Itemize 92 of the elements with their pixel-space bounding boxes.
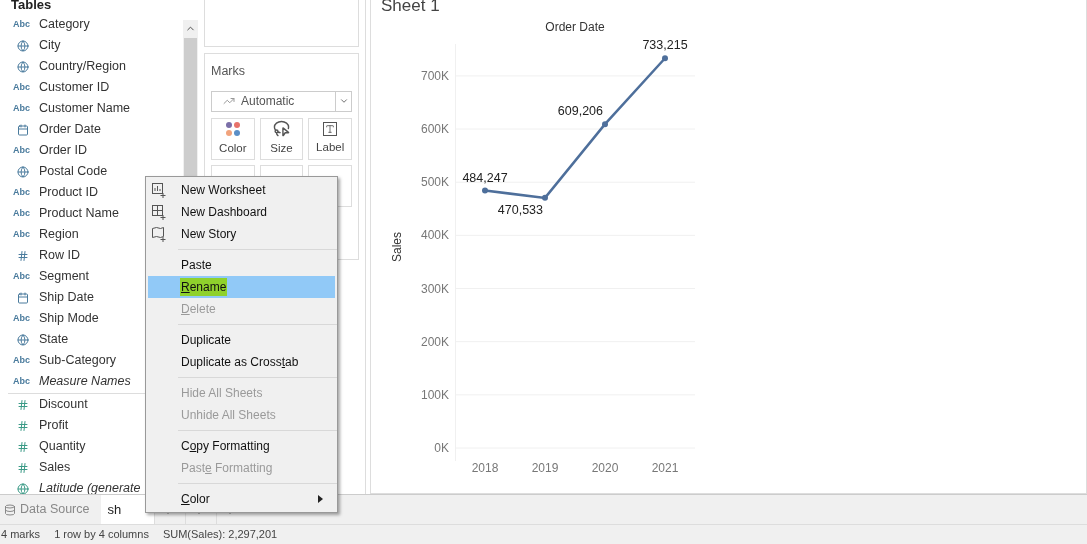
y-axis-title: Sales (390, 232, 404, 262)
text-type-icon: Abc (13, 269, 39, 284)
menu-item[interactable]: Duplicate as Crosstab (148, 351, 335, 373)
text-box-icon (323, 121, 338, 136)
y-tick-label: 400K (420, 228, 449, 243)
calendar-icon (17, 123, 29, 136)
text-type-icon: Abc (13, 17, 39, 32)
field-item[interactable]: Country/Region (39, 57, 126, 76)
menu-item[interactable]: New Story (148, 223, 335, 245)
field-item[interactable]: Sub-Category (39, 351, 117, 370)
data-label: 470,533 (497, 202, 543, 217)
globe-icon (17, 333, 29, 346)
new-story-icon (151, 226, 167, 242)
globe-icon (17, 39, 29, 52)
data-label: 484,247 (462, 170, 508, 185)
hash-icon (17, 249, 29, 262)
y-tick-label: 600K (420, 122, 449, 137)
globe-icon (17, 60, 29, 73)
database-icon (4, 503, 16, 516)
field-item[interactable]: Customer Name (39, 99, 130, 118)
mark-property-button[interactable]: Size (259, 117, 304, 160)
field-item[interactable]: Profit (39, 416, 69, 435)
data-label: 733,215 (642, 38, 688, 53)
menu-item[interactable]: Duplicate (148, 329, 335, 351)
field-item[interactable]: Category (39, 15, 90, 34)
field-item[interactable]: Region (39, 225, 79, 244)
text-type-icon: Abc (13, 80, 39, 95)
menu-item[interactable]: New Dashboard (148, 201, 335, 223)
mark-type-dropdown[interactable]: Automatic (211, 90, 352, 112)
text-type-icon: Abc (13, 227, 39, 242)
field-item[interactable]: Sales (39, 458, 71, 477)
field-item[interactable]: Postal Code (39, 162, 108, 181)
text-type-icon: Abc (13, 311, 39, 326)
field-item[interactable]: Segment (39, 267, 90, 286)
data-point (602, 121, 608, 128)
text-type-icon: Abc (13, 101, 39, 116)
text-type-icon: Abc (13, 185, 39, 200)
color-dots-icon (224, 120, 241, 137)
field-item[interactable]: Ship Mode (39, 309, 99, 328)
field-item[interactable]: Latitude (generate (39, 479, 141, 494)
field-item[interactable]: Product ID (39, 183, 99, 202)
data-point (662, 55, 668, 62)
x-axis-title: Order Date (545, 20, 605, 34)
hash-icon (17, 440, 29, 453)
field-item[interactable]: Discount (39, 395, 88, 414)
text-type-icon: Abc (13, 353, 39, 368)
data-label: 609,206 (557, 104, 603, 119)
status-text: 1 row by 4 columns (54, 527, 149, 543)
globe-icon (17, 165, 29, 178)
field-item[interactable]: City (39, 36, 61, 55)
text-type-icon: Abc (13, 206, 39, 221)
globe-icon (17, 482, 29, 494)
text-type-icon: Abc (13, 143, 39, 158)
y-tick-label: 500K (420, 175, 449, 190)
x-tick-label: 2019 (531, 461, 559, 475)
field-item[interactable]: Order Date (39, 120, 101, 139)
x-tick-label: 2020 (591, 461, 619, 475)
status-text: 4 marks (1, 527, 41, 543)
x-tick-label: 2018 (471, 461, 499, 475)
menu-item[interactable]: New Worksheet (148, 179, 335, 201)
status-text: SUM(Sales): 2,297,201 (162, 527, 278, 543)
field-item[interactable]: Row ID (39, 246, 80, 265)
field-item[interactable]: Product Name (39, 204, 119, 223)
y-tick-label: 0K (434, 441, 449, 455)
x-tick-label: 2021 (651, 461, 679, 475)
data-point (542, 194, 548, 201)
menu-item[interactable]: Paste (148, 254, 335, 276)
y-tick-label: 700K (420, 68, 449, 83)
data-point (482, 187, 488, 194)
menu-item[interactable]: Copy Formatting (148, 435, 335, 457)
y-tick-label: 300K (420, 281, 449, 296)
mark-property-button[interactable]: Label (308, 117, 352, 160)
new-worksheet-icon (151, 182, 167, 198)
calendar-icon (17, 291, 29, 304)
new-dashboard-icon (151, 204, 167, 220)
field-item[interactable]: Ship Date (39, 288, 94, 307)
field-item[interactable]: Quantity (39, 437, 86, 456)
y-tick-label: 100K (420, 387, 449, 402)
menu-item[interactable]: Rename (148, 276, 335, 298)
card-title: Marks (211, 63, 247, 80)
lasso-icon (273, 120, 290, 138)
field-item[interactable]: Order ID (39, 141, 87, 160)
hash-icon (17, 461, 29, 474)
text-type-icon: Abc (13, 374, 39, 389)
field-item[interactable]: State (39, 330, 69, 349)
hash-icon (17, 398, 29, 411)
field-item[interactable]: Measure Names (39, 372, 131, 391)
y-tick-label: 200K (420, 334, 449, 349)
field-item[interactable]: Customer ID (39, 78, 110, 97)
pane-title: Tables (10, 0, 53, 13)
hash-icon (17, 419, 29, 432)
mark-property-button[interactable]: Color (211, 117, 255, 160)
